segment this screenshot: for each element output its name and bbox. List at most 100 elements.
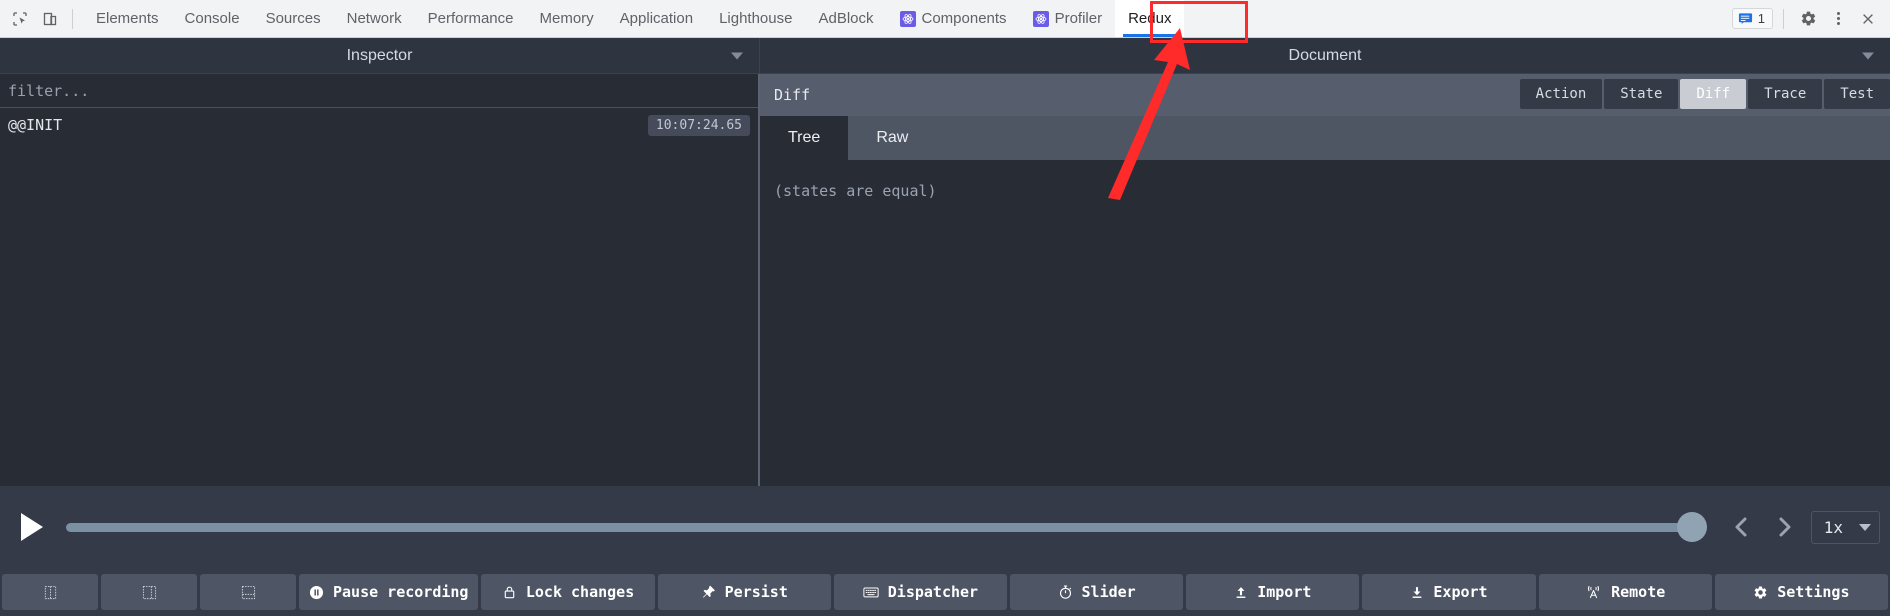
button-label: Persist bbox=[724, 583, 788, 601]
tab-adblock[interactable]: AdBlock bbox=[805, 0, 886, 37]
button-label: Import bbox=[1257, 583, 1312, 601]
chevron-left-icon[interactable] bbox=[1719, 505, 1763, 549]
button-label: Pause recording bbox=[333, 583, 469, 601]
inspector-panel-header: Inspector bbox=[0, 38, 760, 74]
toolbar-divider-2 bbox=[1783, 8, 1784, 29]
tab-label: Console bbox=[184, 10, 240, 27]
tab-sources[interactable]: Sources bbox=[253, 0, 334, 37]
document-panel: Diff Action State Diff Trace Test Tree R… bbox=[760, 74, 1890, 486]
download-icon bbox=[1413, 586, 1422, 598]
button-label: Remote bbox=[1611, 583, 1666, 601]
slider-button[interactable]: Slider bbox=[1010, 574, 1184, 610]
button-label: Settings bbox=[1777, 583, 1850, 601]
stopwatch-icon bbox=[1059, 585, 1071, 599]
panel-headers: Inspector Document bbox=[0, 38, 1890, 74]
chevron-down-icon[interactable] bbox=[731, 52, 743, 59]
upload-icon bbox=[1236, 586, 1246, 598]
mode-button-group: Action State Diff Trace Test bbox=[1519, 79, 1890, 109]
tab-memory[interactable]: Memory bbox=[527, 0, 607, 37]
speech-bubble-icon bbox=[1738, 13, 1752, 24]
tab-label: Profiler bbox=[1054, 10, 1103, 27]
tab-components[interactable]: Components bbox=[887, 0, 1020, 37]
tab-label: Memory bbox=[539, 10, 594, 27]
tab-label: Sources bbox=[265, 10, 321, 27]
tab-label: Raw bbox=[876, 129, 909, 146]
search-input[interactable] bbox=[8, 81, 750, 100]
main-body: @@INIT 10:07:24.65 Diff Action State Dif… bbox=[0, 74, 1890, 486]
tab-network[interactable]: Network bbox=[334, 0, 415, 37]
device-toolbar-icon[interactable] bbox=[36, 5, 64, 33]
keyboard-icon bbox=[863, 587, 879, 598]
document-panel-header: Document bbox=[760, 38, 1890, 74]
list-item[interactable]: @@INIT 10:07:24.65 bbox=[0, 108, 758, 142]
document-subtabs: Tree Raw bbox=[760, 116, 1890, 160]
action-timestamp: 10:07:24.65 bbox=[647, 114, 750, 136]
tab-redux[interactable]: Redux bbox=[1115, 0, 1185, 37]
action-list: @@INIT 10:07:24.65 bbox=[0, 108, 758, 486]
tab-raw[interactable]: Raw bbox=[848, 116, 936, 160]
action-name: @@INIT bbox=[8, 116, 63, 134]
button-label: Slider bbox=[1081, 583, 1136, 601]
inspector-panel: @@INIT 10:07:24.65 bbox=[0, 74, 760, 486]
tab-label: Network bbox=[346, 10, 402, 27]
page-title: Document bbox=[1288, 46, 1362, 64]
layout-stacked-icon bbox=[241, 585, 255, 599]
close-icon[interactable] bbox=[1854, 5, 1882, 33]
gear-icon[interactable] bbox=[1794, 5, 1822, 33]
pause-recording-button[interactable]: Pause recording bbox=[299, 574, 479, 610]
tab-label: Lighthouse bbox=[719, 10, 793, 27]
three-dot-menu-icon[interactable] bbox=[1826, 7, 1850, 31]
document-header-title: Diff bbox=[774, 86, 811, 104]
tab-label: Redux bbox=[1128, 10, 1172, 27]
document-content: (states are equal) bbox=[760, 160, 1890, 486]
play-icon[interactable] bbox=[10, 505, 54, 549]
chevron-right-icon[interactable] bbox=[1763, 505, 1807, 549]
broadcast-icon bbox=[1588, 586, 1600, 599]
devtools-tab-list: Elements Console Sources Network Perform… bbox=[83, 0, 1732, 37]
slider-thumb[interactable] bbox=[1676, 512, 1707, 542]
tab-profiler[interactable]: Profiler bbox=[1020, 0, 1116, 37]
gear-icon bbox=[1754, 585, 1767, 599]
devtools-left-icons bbox=[0, 0, 83, 37]
message-count-badge[interactable]: 1 bbox=[1731, 8, 1773, 29]
button-label: Dispatcher bbox=[887, 583, 979, 601]
inspect-element-icon[interactable] bbox=[6, 5, 34, 33]
chevron-down-icon bbox=[1859, 523, 1871, 531]
timeline-slider[interactable] bbox=[54, 512, 1719, 542]
tab-application[interactable]: Application bbox=[607, 0, 706, 37]
mode-trace-button[interactable]: Trace bbox=[1748, 79, 1823, 109]
lock-changes-button[interactable]: Lock changes bbox=[481, 574, 655, 610]
dispatcher-button[interactable]: Dispatcher bbox=[833, 574, 1008, 610]
mode-diff-button[interactable]: Diff bbox=[1680, 79, 1747, 109]
tab-elements[interactable]: Elements bbox=[83, 0, 172, 37]
document-header-bar: Diff Action State Diff Trace Test bbox=[760, 74, 1890, 116]
persist-button[interactable]: Persist bbox=[657, 574, 831, 610]
playback-speed-select[interactable]: 1x bbox=[1810, 510, 1880, 544]
pause-icon bbox=[309, 585, 324, 599]
layout-option-1-button[interactable] bbox=[2, 574, 98, 610]
mode-test-button[interactable]: Test bbox=[1824, 79, 1890, 109]
button-label: Lock changes bbox=[525, 583, 635, 601]
react-icon bbox=[899, 10, 916, 27]
playback-bar: 1x bbox=[0, 486, 1890, 568]
layout-option-2-button[interactable] bbox=[101, 574, 197, 610]
devtools-toolbar: Elements Console Sources Network Perform… bbox=[0, 0, 1890, 38]
pin-icon bbox=[702, 585, 715, 598]
tab-label: Application bbox=[619, 10, 694, 27]
lock-icon bbox=[504, 586, 515, 599]
states-equal-message: (states are equal) bbox=[774, 182, 937, 200]
export-button[interactable]: Export bbox=[1362, 574, 1536, 610]
mode-action-button[interactable]: Action bbox=[1519, 79, 1603, 109]
tab-console[interactable]: Console bbox=[172, 0, 253, 37]
layout-option-3-button[interactable] bbox=[200, 574, 296, 610]
remote-button[interactable]: Remote bbox=[1538, 574, 1712, 610]
import-button[interactable]: Import bbox=[1186, 574, 1360, 610]
mode-state-button[interactable]: State bbox=[1604, 79, 1679, 109]
tab-lighthouse[interactable]: Lighthouse bbox=[706, 0, 805, 37]
settings-button[interactable]: Settings bbox=[1714, 574, 1888, 610]
chevron-down-icon[interactable] bbox=[1862, 52, 1874, 59]
tab-label: Tree bbox=[788, 129, 821, 146]
tab-performance[interactable]: Performance bbox=[415, 0, 527, 37]
tab-tree[interactable]: Tree bbox=[760, 116, 849, 160]
message-count: 1 bbox=[1757, 11, 1765, 26]
